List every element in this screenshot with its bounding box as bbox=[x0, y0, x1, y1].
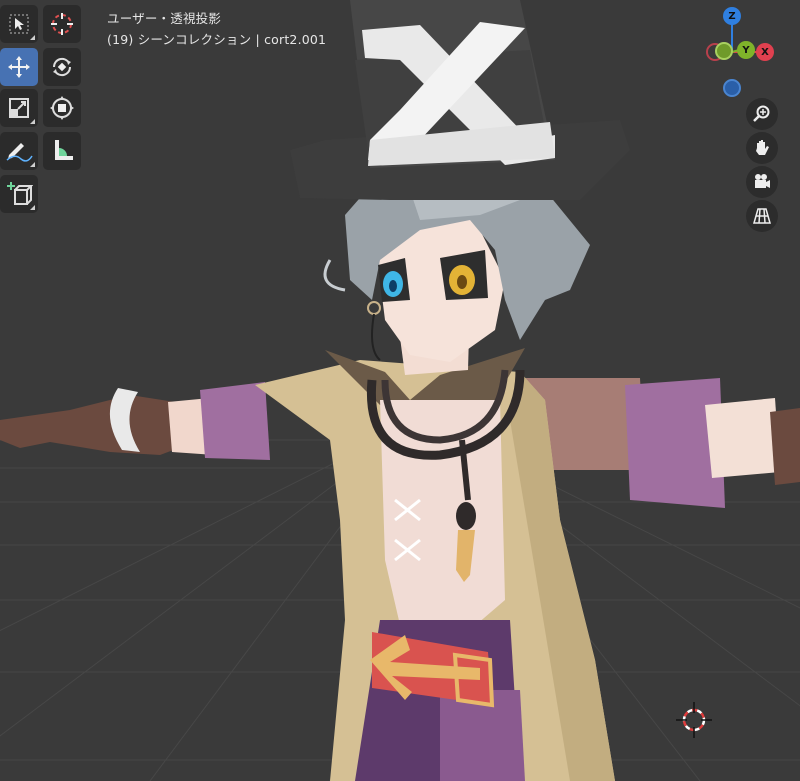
axis-z[interactable]: Z bbox=[723, 7, 741, 25]
transform-tool[interactable] bbox=[43, 89, 81, 127]
cursor-tool[interactable] bbox=[43, 5, 81, 43]
select-cursor-icon bbox=[9, 14, 29, 34]
zoom-icon bbox=[753, 105, 770, 122]
scale-tool[interactable] bbox=[0, 89, 38, 127]
add-cube-icon bbox=[7, 182, 33, 205]
axis-neg-z[interactable] bbox=[723, 79, 741, 97]
move-tool[interactable] bbox=[0, 48, 38, 86]
tool-options-corner bbox=[30, 35, 35, 40]
pencil-icon bbox=[6, 143, 33, 162]
move-arrows-icon bbox=[8, 56, 30, 78]
axis-y[interactable]: Y bbox=[737, 41, 755, 59]
3d-cursor-icon bbox=[51, 13, 73, 35]
tool-options-corner bbox=[30, 162, 35, 167]
scale-icon bbox=[9, 98, 29, 118]
rotate-tool[interactable] bbox=[43, 48, 81, 86]
tool-options-corner bbox=[30, 119, 35, 124]
perspective-toggle-button[interactable] bbox=[746, 200, 778, 232]
axis-neg-y[interactable] bbox=[715, 42, 733, 60]
camera-view-button[interactable] bbox=[746, 166, 778, 198]
pan-button[interactable] bbox=[746, 132, 778, 164]
view-title: ユーザー・透視投影 bbox=[107, 11, 222, 26]
view-subtitle: (19) シーンコレクション | cort2.001 bbox=[107, 32, 327, 47]
navigation-gizmo[interactable]: Z X Y bbox=[680, 0, 790, 100]
rotate-icon bbox=[52, 57, 72, 77]
annotate-tool[interactable] bbox=[0, 132, 38, 170]
scene-render bbox=[0, 0, 800, 781]
select-box-tool[interactable] bbox=[0, 5, 38, 43]
transform-icon bbox=[50, 96, 74, 120]
tool-options-corner bbox=[30, 205, 35, 210]
add-cube-tool[interactable] bbox=[0, 175, 38, 213]
camera-icon bbox=[755, 174, 770, 188]
axis-x[interactable]: X bbox=[756, 43, 774, 61]
measure-tool[interactable] bbox=[43, 132, 81, 170]
3d-cursor[interactable] bbox=[676, 702, 712, 738]
hand-icon bbox=[756, 140, 769, 155]
character-model bbox=[0, 0, 800, 781]
3d-viewport[interactable]: ユーザー・透視投影 (19) シーンコレクション | cort2.001 Z X… bbox=[0, 0, 800, 781]
ruler-icon bbox=[55, 140, 73, 160]
grid-perspective-icon bbox=[753, 208, 771, 224]
zoom-button[interactable] bbox=[746, 98, 778, 130]
